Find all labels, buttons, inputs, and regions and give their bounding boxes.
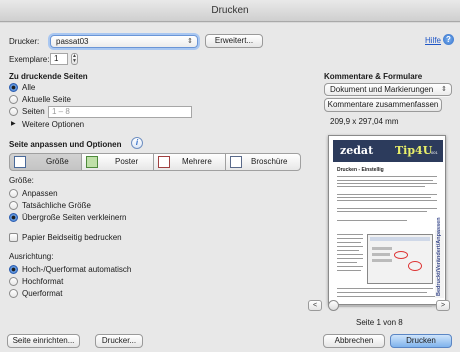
- tab-size-label: Größe: [46, 157, 69, 166]
- size-fit-radio[interactable]: [9, 189, 18, 198]
- help-icon[interactable]: ?: [443, 34, 454, 45]
- size-shrink-radio[interactable]: [9, 213, 18, 222]
- orientation-portrait-radio[interactable]: [9, 277, 18, 286]
- size-label: Größe:: [9, 176, 34, 185]
- size-actual-label: Tatsächliche Größe: [22, 201, 91, 210]
- pages-range-input[interactable]: 1 – 8: [48, 106, 192, 118]
- cancel-button[interactable]: Abbrechen: [323, 334, 385, 348]
- size-actual-radio[interactable]: [9, 201, 18, 210]
- pages-all-label: Alle: [22, 83, 36, 92]
- preview-doc-title: Drucken - Einstellig: [337, 167, 384, 173]
- multiple-pages-icon: [158, 156, 170, 168]
- preview-side-banner: Bedruckt/Verändert/Anpassen: [435, 217, 444, 298]
- preview-brand-left: zedat: [340, 144, 374, 157]
- duplex-checkbox[interactable]: [9, 233, 18, 242]
- printer-select[interactable]: passat03 ⇕: [50, 35, 198, 48]
- copies-stepper[interactable]: ▲ ▼: [71, 53, 78, 65]
- pages-current-radio[interactable]: [9, 95, 18, 104]
- size-shrink-label: Übergroße Seiten verkleinern: [22, 213, 127, 222]
- pages-heading: Zu druckende Seiten: [9, 72, 88, 81]
- preview-screenshot: [367, 234, 433, 284]
- size-fit-label: Anpassen: [22, 189, 58, 198]
- copies-input[interactable]: 1: [50, 53, 68, 65]
- preview-banner: zedat Tip4U 001: [333, 140, 443, 162]
- comments-select[interactable]: Dokument und Markierungen ⇕: [324, 83, 452, 96]
- preview-side-text: Bedruckt/Verändert/Anpassen: [436, 217, 442, 296]
- page-slider-track[interactable]: [328, 305, 432, 307]
- tab-multiple[interactable]: Mehrere: [153, 153, 226, 171]
- booklet-icon: [230, 156, 242, 168]
- printer-select-value: passat03: [56, 37, 89, 46]
- sizing-heading: Seite anpassen und Optionen: [9, 140, 122, 149]
- orientation-portrait-label: Hochformat: [22, 277, 64, 286]
- summarize-comments-button[interactable]: Kommentare zusammenfassen: [324, 98, 442, 112]
- advanced-button[interactable]: Erweitert...: [205, 34, 263, 48]
- help-link[interactable]: Hilfe: [425, 36, 441, 45]
- tab-poster[interactable]: Poster: [81, 153, 154, 171]
- copies-label: Exemplare:: [9, 55, 50, 64]
- pages-all-radio[interactable]: [9, 83, 18, 92]
- tab-multiple-label: Mehrere: [182, 157, 212, 166]
- print-dialog: Drucker: passat03 ⇕ Erweitert... Hilfe ?…: [0, 23, 460, 352]
- poster-icon: [86, 156, 98, 168]
- orientation-landscape-radio[interactable]: [9, 289, 18, 298]
- page-setup-button[interactable]: Seite einrichten...: [7, 334, 80, 348]
- sizing-tabs: Größe Poster Mehrere Broschüre: [9, 153, 301, 171]
- select-arrows-icon: ⇕: [187, 38, 193, 45]
- tab-poster-label: Poster: [115, 157, 139, 166]
- orientation-auto-label: Hoch-/Querformat automatisch: [22, 265, 132, 274]
- info-icon[interactable]: i: [131, 137, 143, 149]
- size-icon: [14, 156, 26, 168]
- pages-current-label: Aktuelle Seite: [22, 95, 71, 104]
- orientation-landscape-label: Querformat: [22, 289, 63, 298]
- window-title: Drucken: [0, 0, 460, 22]
- pages-range-label: Seiten: [22, 107, 45, 116]
- printer-button[interactable]: Drucker...: [95, 334, 143, 348]
- page-slider-thumb[interactable]: [328, 300, 339, 311]
- preview-brand-right: Tip4U: [395, 144, 433, 157]
- comments-select-value: Dokument und Markierungen: [330, 85, 434, 94]
- tab-booklet[interactable]: Broschüre: [225, 153, 301, 171]
- preview-brand-suffix: 001: [431, 150, 438, 155]
- tab-size[interactable]: Größe: [9, 153, 82, 171]
- select-arrows-icon: ⇕: [441, 86, 447, 93]
- tab-booklet-label: Broschüre: [251, 157, 288, 166]
- previous-page-button[interactable]: <: [308, 300, 322, 311]
- duplex-label: Papier Beidseitig bedrucken: [22, 233, 122, 242]
- page-preview: zedat Tip4U 001 Drucken - Einstellig Bed…: [328, 135, 446, 305]
- page-size-readout: 209,9 x 297,04 mm: [330, 117, 399, 126]
- next-page-button[interactable]: >: [436, 300, 450, 311]
- printer-label: Drucker:: [9, 37, 40, 46]
- disclosure-triangle-icon[interactable]: ▶: [11, 120, 16, 127]
- pages-range-radio[interactable]: [9, 107, 18, 116]
- more-options-link[interactable]: Weitere Optionen: [22, 120, 84, 129]
- print-button[interactable]: Drucken: [390, 334, 452, 348]
- comments-heading: Kommentare & Formulare: [324, 72, 423, 81]
- page-counter: Seite 1 von 8: [356, 318, 403, 327]
- orientation-label: Ausrichtung:: [9, 252, 54, 261]
- orientation-auto-radio[interactable]: [9, 265, 18, 274]
